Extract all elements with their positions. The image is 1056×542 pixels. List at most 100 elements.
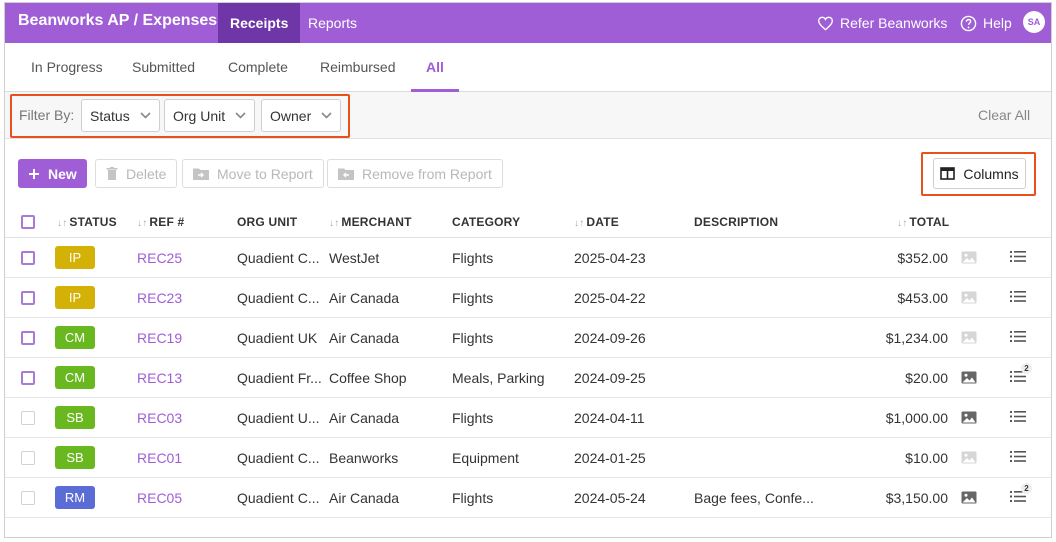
- table-row[interactable]: RM REC05 Quadient C... Air Canada Flights 202…: [5, 478, 1051, 518]
- row-checkbox[interactable]: [21, 371, 35, 385]
- column-header-ref[interactable]: ↓↑ REF #: [137, 215, 184, 229]
- ref-link[interactable]: REC01: [137, 450, 182, 466]
- ref-link[interactable]: REC13: [137, 370, 182, 386]
- status-badge: IP: [55, 246, 95, 269]
- total-cell: $1,234.00: [885, 330, 948, 346]
- description-cell: Bage fees, Confe...: [694, 490, 814, 506]
- move-to-report-label: Move to Report: [217, 165, 313, 182]
- tab-all[interactable]: All: [426, 43, 444, 92]
- refer-link[interactable]: Refer Beanworks: [817, 3, 947, 43]
- app-brand: Beanworks AP / Expenses: [18, 12, 218, 29]
- total-cell: $352.00: [897, 250, 948, 266]
- tab-reimbursed[interactable]: Reimbursed: [320, 43, 395, 92]
- chevron-down-icon: [140, 112, 151, 119]
- table-row[interactable]: IP REC23 Quadient C... Air Canada Flights 202…: [5, 278, 1051, 318]
- table-row[interactable]: IP REC25 Quadient C... WestJet Flights 2025-0…: [5, 238, 1051, 278]
- help-link[interactable]: Help: [960, 3, 1012, 43]
- date-cell: 2024-04-11: [574, 410, 645, 426]
- table-row[interactable]: CM REC13 Quadient Fr... Coffee Shop Meals, P…: [5, 358, 1051, 398]
- ref-link[interactable]: REC03: [137, 410, 182, 426]
- date-cell: 2024-09-26: [574, 330, 646, 346]
- total-cell: $3,150.00: [885, 490, 948, 506]
- org-unit-cell: Quadient C...: [237, 250, 320, 266]
- row-checkbox[interactable]: [21, 491, 35, 505]
- details-list-icon[interactable]: [1010, 290, 1026, 306]
- columns-button[interactable]: Columns: [933, 158, 1026, 189]
- org-unit-filter-dropdown[interactable]: Org Unit: [164, 99, 256, 132]
- details-list-icon[interactable]: [1010, 450, 1026, 466]
- ref-link[interactable]: REC19: [137, 330, 182, 346]
- owner-filter-dropdown[interactable]: Owner: [261, 99, 342, 132]
- date-cell: 2025-04-22: [574, 290, 646, 306]
- merchant-cell: Beanworks: [329, 450, 399, 466]
- ref-link[interactable]: REC23: [137, 290, 182, 306]
- status-badge: RM: [55, 486, 95, 509]
- details-list-icon[interactable]: [1010, 410, 1026, 426]
- date-cell: 2025-04-23: [574, 250, 646, 266]
- delete-button[interactable]: Delete: [95, 159, 178, 188]
- status-badge: SB: [55, 446, 95, 469]
- sort-icon: ↓↑: [574, 218, 585, 229]
- org-unit-cell: Quadient Fr...: [237, 370, 322, 386]
- details-count-badge: 2: [1021, 363, 1032, 374]
- column-header-date[interactable]: ↓↑ DATE: [574, 215, 619, 229]
- total-cell: $453.00: [897, 290, 948, 306]
- nav-tab-reports[interactable]: Reports: [296, 3, 369, 43]
- column-header-description: DESCRIPTION: [694, 215, 779, 229]
- column-header-merchant[interactable]: ↓↑ MERCHANT: [329, 215, 412, 229]
- ref-link[interactable]: REC05: [137, 490, 182, 506]
- sort-icon: ↓↑: [329, 218, 340, 229]
- user-avatar[interactable]: SA: [1023, 11, 1045, 33]
- org-unit-cell: Quadient C...: [237, 450, 320, 466]
- chevron-down-icon: [321, 112, 332, 119]
- merchant-cell: Air Canada: [329, 490, 400, 506]
- image-icon[interactable]: [961, 411, 977, 427]
- total-cell: $1,000.00: [885, 410, 948, 426]
- column-header-org-unit: ORG UNIT: [237, 215, 298, 229]
- status-filter-label: Status: [90, 107, 130, 124]
- image-icon[interactable]: [961, 491, 977, 507]
- image-icon[interactable]: [961, 251, 977, 267]
- status-badge: IP: [55, 286, 95, 309]
- row-checkbox[interactable]: [21, 331, 35, 345]
- column-header-category: CATEGORY: [452, 215, 521, 229]
- image-icon[interactable]: [961, 451, 977, 467]
- nav-tab-receipts[interactable]: Receipts: [218, 3, 301, 43]
- clear-all-link[interactable]: Clear All: [978, 107, 1030, 123]
- column-header-total[interactable]: ↓↑ TOTAL: [897, 215, 949, 229]
- new-button[interactable]: New: [18, 159, 87, 188]
- move-to-report-button[interactable]: Move to Report: [182, 159, 324, 188]
- owner-filter-label: Owner: [270, 107, 312, 124]
- status-filter-dropdown[interactable]: Status: [81, 99, 160, 132]
- image-icon[interactable]: [961, 331, 977, 347]
- image-icon[interactable]: [961, 371, 977, 387]
- table-row[interactable]: CM REC19 Quadient UK Air Canada Flights 2024-…: [5, 318, 1051, 358]
- date-cell: 2024-09-25: [574, 370, 646, 386]
- table-row[interactable]: SB REC01 Quadient C... Beanworks Equipment 20…: [5, 438, 1051, 478]
- new-button-label: New: [48, 165, 77, 182]
- help-label: Help: [983, 15, 1012, 31]
- org-unit-filter-label: Org Unit: [173, 107, 226, 124]
- select-all-checkbox[interactable]: [21, 215, 35, 229]
- row-checkbox[interactable]: [21, 411, 35, 425]
- category-cell: Meals, Parking: [452, 370, 545, 386]
- row-checkbox[interactable]: [21, 251, 35, 265]
- tab-submitted[interactable]: Submitted: [132, 43, 195, 92]
- row-checkbox[interactable]: [21, 291, 35, 305]
- tab-complete[interactable]: Complete: [228, 43, 288, 92]
- filter-bar: Filter By: Status Org Unit Owner Clear A…: [5, 92, 1051, 139]
- category-cell: Flights: [452, 330, 494, 346]
- filter-label: Filter By:: [19, 107, 75, 123]
- column-header-status[interactable]: ↓↑ STATUS: [57, 215, 117, 229]
- details-count-badge: 2: [1021, 483, 1032, 494]
- details-list-icon[interactable]: [1010, 330, 1026, 346]
- details-list-icon[interactable]: [1010, 250, 1026, 266]
- merchant-cell: Air Canada: [329, 290, 400, 306]
- table-row[interactable]: SB REC03 Quadient U... Air Canada Flights 202…: [5, 398, 1051, 438]
- refer-label: Refer Beanworks: [840, 15, 948, 31]
- tab-in-progress[interactable]: In Progress: [31, 43, 103, 92]
- remove-from-report-button[interactable]: Remove from Report: [327, 159, 503, 188]
- ref-link[interactable]: REC25: [137, 250, 182, 266]
- row-checkbox[interactable]: [21, 451, 35, 465]
- image-icon[interactable]: [961, 291, 977, 307]
